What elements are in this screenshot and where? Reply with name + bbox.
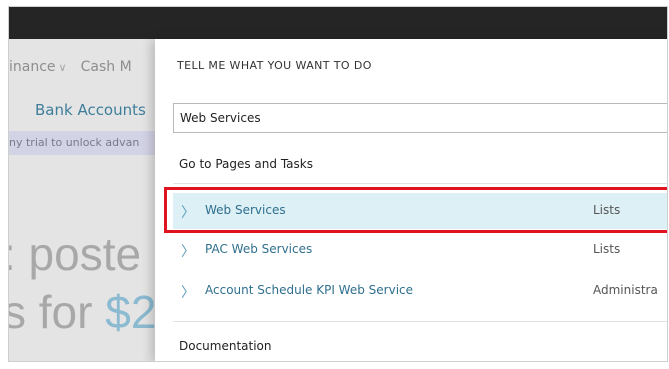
section-heading-documentation: Documentation bbox=[179, 339, 272, 353]
result-name: Web Services bbox=[205, 203, 286, 217]
app-window: inance ∨ Cash M Bank Accounts ny trial to … bbox=[8, 6, 668, 362]
bank-accounts-link[interactable]: Bank Accounts bbox=[35, 101, 146, 119]
section-heading-pages: Go to Pages and Tasks bbox=[179, 157, 313, 171]
result-name: Account Schedule KPI Web Service bbox=[205, 283, 414, 297]
result-category: Lists bbox=[593, 242, 621, 256]
tell-me-panel: TELL ME WHAT YOU WANT TO DO Go to Pages … bbox=[155, 39, 667, 361]
result-name: PAC Web Services bbox=[205, 242, 313, 256]
headline-line-1: : poste bbox=[8, 228, 142, 280]
headline-line-2: s for $2 bbox=[8, 285, 157, 339]
chevron-right-icon: 〉 bbox=[181, 244, 195, 260]
result-row[interactable]: 〉 Web Services Lists bbox=[173, 193, 667, 229]
headline-line-2-text: s for bbox=[8, 286, 106, 338]
divider bbox=[173, 183, 667, 184]
top-bar bbox=[9, 7, 667, 39]
nav-item-finance[interactable]: inance bbox=[9, 59, 56, 75]
divider bbox=[173, 321, 667, 322]
result-category: Administra bbox=[593, 283, 658, 297]
chevron-right-icon: 〉 bbox=[181, 285, 195, 301]
result-row[interactable]: 〉 PAC Web Services Lists bbox=[173, 232, 667, 268]
headline-amount: $2 bbox=[105, 286, 157, 338]
chevron-down-icon: ∨ bbox=[58, 61, 67, 74]
panel-title: TELL ME WHAT YOU WANT TO DO bbox=[177, 59, 372, 72]
nav-menu: inance ∨ Cash M bbox=[9, 59, 132, 75]
search-box bbox=[173, 103, 667, 133]
nav-item-cash[interactable]: Cash M bbox=[81, 59, 132, 75]
search-input[interactable] bbox=[174, 104, 667, 132]
result-category: Lists bbox=[593, 203, 621, 217]
result-row[interactable]: 〉 Account Schedule KPI Web Service Admin… bbox=[173, 273, 667, 309]
chevron-right-icon: 〉 bbox=[181, 205, 195, 221]
trial-banner: ny trial to unlock advan bbox=[9, 131, 169, 155]
